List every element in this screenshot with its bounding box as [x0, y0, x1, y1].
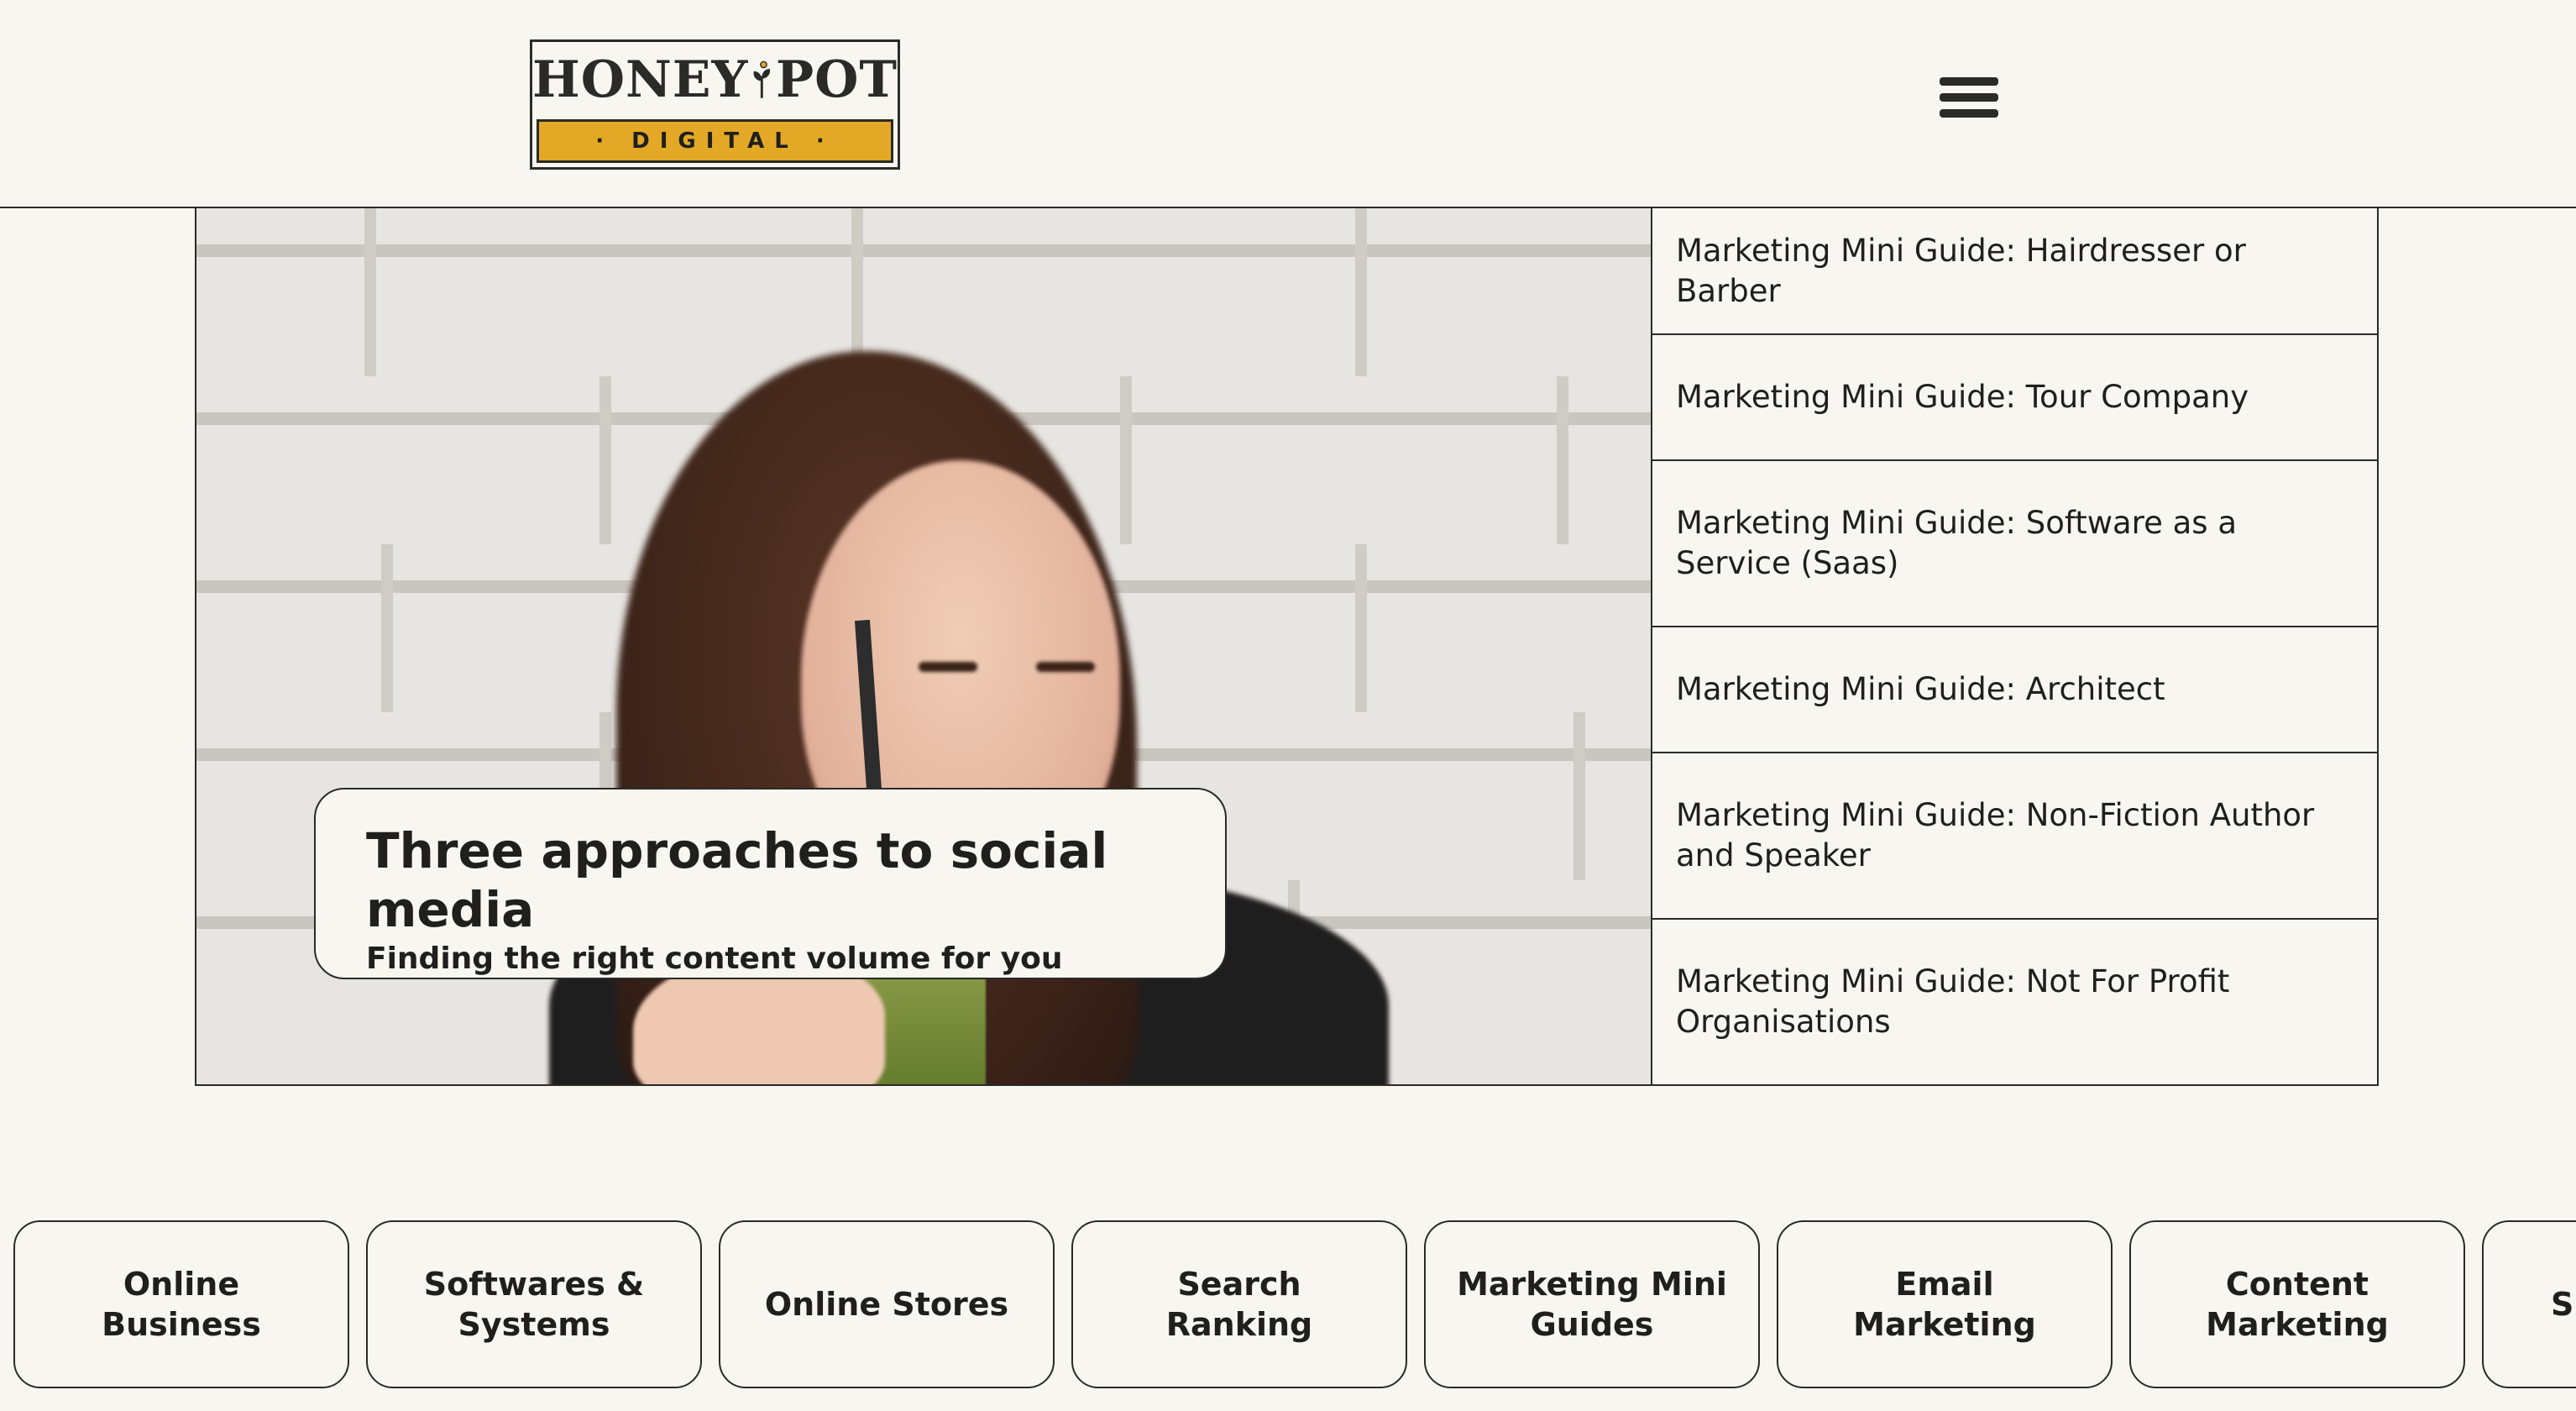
- category-pill-row: Online Business Softwares & Systems Onli…: [13, 1220, 2576, 1390]
- logo-subtitle: · DIGITAL ·: [595, 129, 835, 154]
- person-eye-left: [919, 662, 977, 672]
- mini-guides-list: Marketing Mini Guide: Hairdresser or Bar…: [1651, 208, 2377, 1084]
- honey-pot-digital-logo[interactable]: HONEY POT · DIGITAL ·: [530, 39, 900, 170]
- guide-link-saas[interactable]: Marketing Mini Guide: Software as a Serv…: [1651, 461, 2377, 627]
- featured-post-caption[interactable]: Three approaches to social media Finding…: [314, 788, 1227, 979]
- logo-wordmark: HONEY POT: [532, 42, 898, 118]
- logo-banner: · DIGITAL ·: [537, 119, 893, 163]
- hero-section: Three approaches to social media Finding…: [195, 208, 2379, 1086]
- logo-word-pot: POT: [775, 50, 898, 109]
- featured-post-subtitle: Finding the right content volume for you: [366, 942, 1063, 976]
- category-email-marketing[interactable]: Email Marketing: [1777, 1220, 2113, 1388]
- featured-post-image[interactable]: Three approaches to social media Finding…: [196, 208, 1652, 1084]
- person-eye-right: [1036, 662, 1095, 672]
- category-online-stores[interactable]: Online Stores: [719, 1220, 1055, 1388]
- category-softwares-systems[interactable]: Softwares & Systems: [366, 1220, 702, 1388]
- hamburger-menu-icon[interactable]: [1940, 77, 1998, 124]
- category-online-business[interactable]: Online Business: [13, 1220, 349, 1388]
- bee-sprout-icon: [753, 60, 771, 98]
- guide-link-architect[interactable]: Marketing Mini Guide: Architect: [1651, 627, 2377, 753]
- category-content-marketing[interactable]: Content Marketing: [2129, 1220, 2465, 1388]
- category-search-ranking[interactable]: Search Ranking: [1071, 1220, 1407, 1388]
- guide-link-tour-company[interactable]: Marketing Mini Guide: Tour Company: [1651, 335, 2377, 461]
- category-marketing-mini-guides[interactable]: Marketing Mini Guides: [1424, 1220, 1760, 1388]
- guide-link-hairdresser[interactable]: Marketing Mini Guide: Hairdresser or Bar…: [1651, 208, 2377, 335]
- site-header: HONEY POT · DIGITAL ·: [0, 0, 2576, 208]
- category-truncated[interactable]: S: [2482, 1220, 2576, 1388]
- featured-post-title[interactable]: Three approaches to social media: [366, 821, 1175, 939]
- guide-link-non-fiction-author[interactable]: Marketing Mini Guide: Non-Fiction Author…: [1651, 753, 2377, 920]
- logo-word-honey: HONEY: [532, 50, 749, 109]
- guide-link-not-for-profit[interactable]: Marketing Mini Guide: Not For Profit Org…: [1651, 920, 2377, 1084]
